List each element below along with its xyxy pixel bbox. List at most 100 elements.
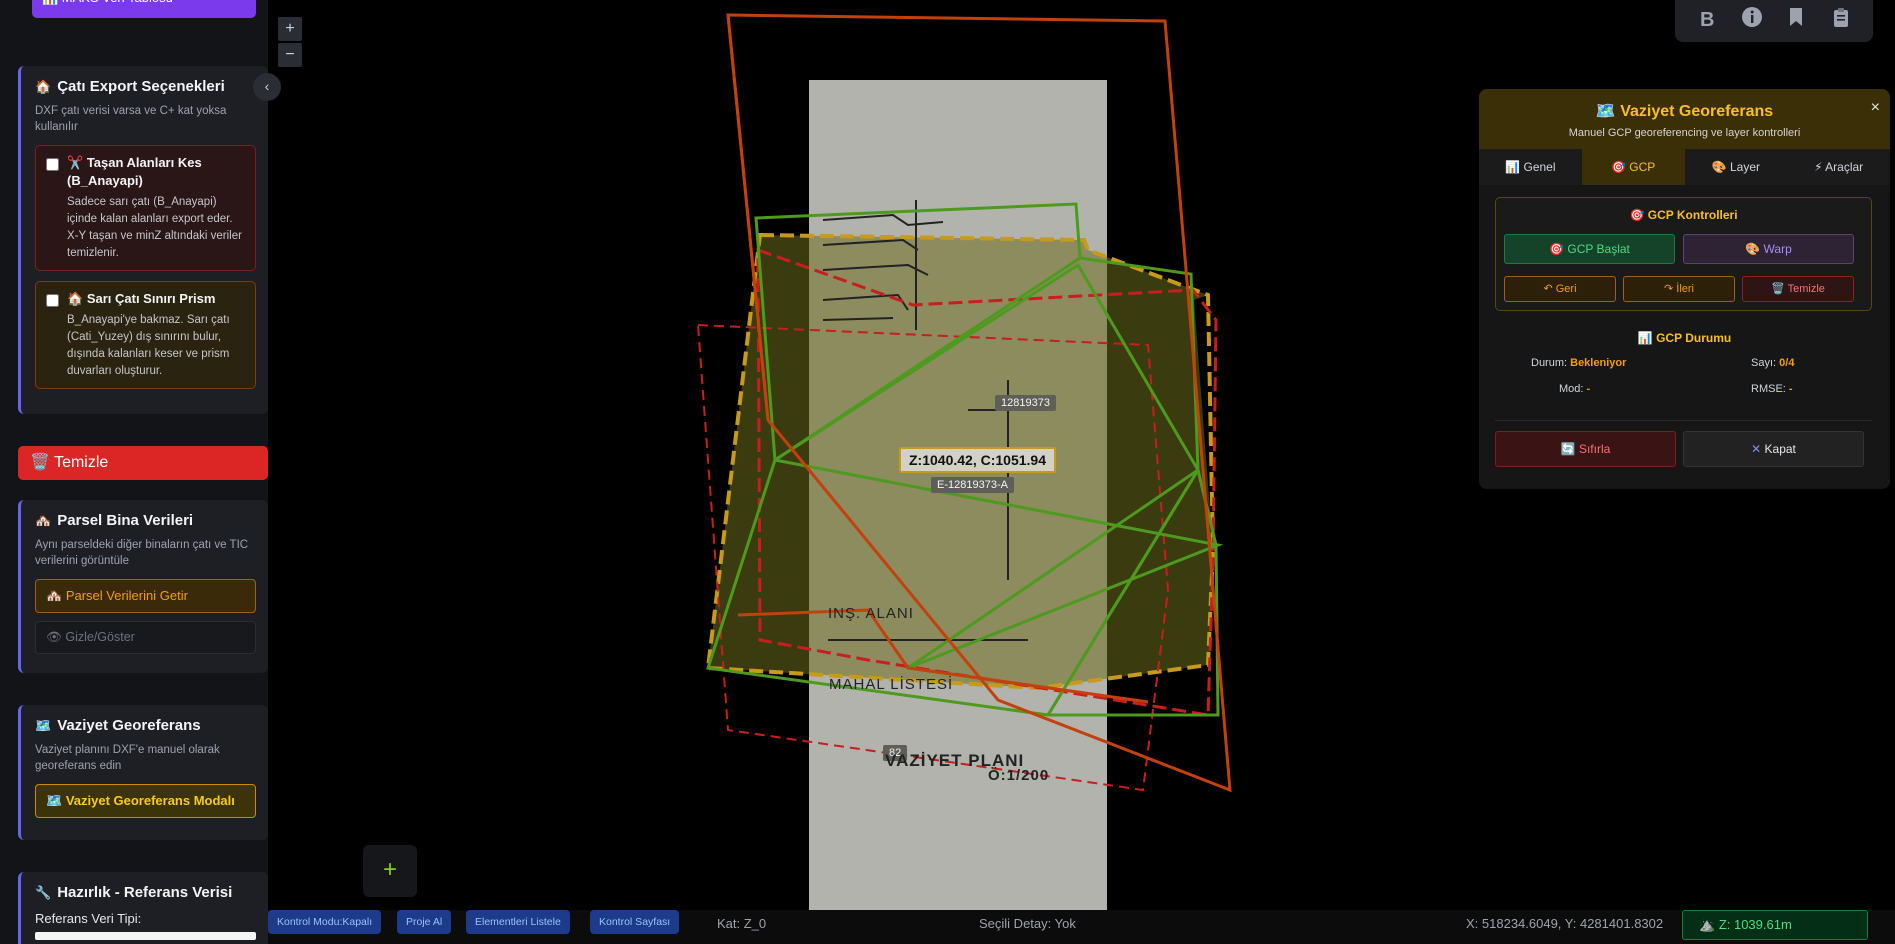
palette-icon: 🎨 [1745, 242, 1761, 256]
mode-label: Mod: [1559, 383, 1584, 395]
close-label: Kapat [1764, 442, 1796, 456]
control-page-button[interactable]: Kontrol Sayfası [590, 910, 680, 934]
roof-export-title: Çatı Export Seçenekleri [57, 78, 225, 95]
rmse-value: - [1788, 383, 1793, 395]
clip-overflow-checkbox[interactable] [46, 158, 59, 171]
maks-table-button[interactable]: 📊 MAKS Veri Tablosu [32, 0, 256, 18]
panel-header: 🗺️ Vaziyet Georeferans Manuel GCP georef… [1479, 89, 1890, 149]
selected-detail-label: Seçili Detay: Yok [979, 916, 1076, 931]
ref-type-select[interactable] [35, 932, 256, 940]
gcp-start-label: GCP Başlat [1567, 242, 1630, 256]
toggle-visibility-label: Gizle/Göster [65, 630, 135, 644]
option1-title: Taşan Alanları Kes (B_Anayapi) [67, 155, 202, 188]
trash-icon: 🗑️ [30, 454, 50, 471]
option1-desc: Sadece sarı çatı (B_Anayapi) içinde kala… [67, 196, 242, 259]
tab-araclar[interactable]: ⚡ Araçlar [1787, 149, 1890, 185]
parcel-id-a-label: E-12819373-A [931, 477, 1014, 493]
georef-panel: 🗺️ Vaziyet Georeferans Manuel GCP georef… [1479, 89, 1890, 489]
coordinate-readout: X: 518234.6049, Y: 4281401.8302 [1466, 916, 1664, 931]
gcp-status-title: GCP Durumu [1656, 331, 1732, 345]
sidebar: 📊 MAKS Veri Tablosu 🏠 Çatı Export Seçenek… [0, 0, 268, 944]
control-mode-button[interactable]: Kontrol Modu:Kapalı [268, 910, 382, 934]
house-icon: 🏠 [67, 291, 84, 306]
forward-button[interactable]: ↷ İleri [1623, 276, 1735, 302]
zoom-in-button[interactable]: + [278, 17, 302, 41]
target-icon: 🎯 [1610, 160, 1626, 174]
status-row: Durum: Bekleniyor [1531, 357, 1626, 369]
project-button[interactable]: Proje Al [397, 910, 452, 934]
tab-genel[interactable]: 📊 Genel [1479, 149, 1582, 185]
map-icon: 🗺️ [1595, 103, 1616, 120]
house-icon: 🏠 [35, 78, 52, 94]
status-value: Bekleniyor [1570, 357, 1627, 369]
georef-card-desc: Vaziyet planını DXF'e manuel olarak geor… [35, 744, 220, 772]
coords-tooltip: Z:1040.42, C:1051.94 [899, 447, 1056, 473]
bookmark-icon[interactable] [1782, 6, 1810, 34]
gcp-controls-box: 🎯 GCP Kontrolleri 🎯 GCP Başlat 🎨 Warp ↶ … [1495, 197, 1872, 311]
elements-list-button[interactable]: Elementleri Listele [466, 910, 570, 934]
tab-layer-label: Layer [1730, 160, 1761, 174]
close-icon[interactable]: × [1871, 99, 1880, 117]
prep-title: Hazırlık - Referans Verisi [57, 884, 233, 901]
target-icon: 🎯 [1629, 208, 1645, 222]
back-button[interactable]: ↶ Geri [1504, 276, 1616, 302]
divider [1495, 420, 1872, 421]
trash-icon: 🗑️ [1771, 283, 1785, 295]
reset-label: Sıfırla [1578, 442, 1611, 456]
scissors-icon: ✂️ [67, 155, 84, 170]
parcel-id-label: 12819373 [995, 395, 1056, 411]
tab-gcp[interactable]: 🎯 GCP [1581, 149, 1685, 185]
map-toolbar: B [1675, 0, 1873, 42]
tab-genel-label: Genel [1523, 160, 1556, 174]
georef-modal-button[interactable]: 🗺️ Vaziyet Georeferans Modalı [35, 784, 256, 818]
ref-type-label: Referans Veri Tipi: [35, 911, 142, 926]
reset-button[interactable]: 🔄 Sıfırla [1495, 431, 1676, 467]
parcel-desc: Aynı parseldeki diğer binaların çatı ve … [35, 539, 249, 567]
parcel-card: 🏘️ Parsel Bina Verileri Aynı parseldeki d… [18, 500, 268, 673]
count-value: 0/4 [1779, 357, 1795, 369]
map-icon: 🗺️ [46, 793, 63, 808]
rmse-row: RMSE: - [1751, 383, 1793, 395]
clear-label: Temizle [54, 454, 109, 471]
close-button[interactable]: ✕ Kapat [1683, 431, 1864, 467]
collapse-sidebar-button[interactable]: ‹ [253, 73, 281, 101]
warp-button[interactable]: 🎨 Warp [1683, 234, 1854, 264]
gcp-start-button[interactable]: 🎯 GCP Başlat [1504, 234, 1675, 264]
map-icon: 🗺️ [35, 717, 52, 733]
tab-layer[interactable]: 🎨 Layer [1685, 149, 1788, 185]
option2-desc: B_Anayapi'ye bakmaz. Sarı çatı (Cati_Yuz… [67, 314, 230, 377]
fetch-parcel-button[interactable]: 🏘️ Parsel Verilerini Getir [35, 579, 256, 613]
plan-text-scale: Ö:1/200 [988, 767, 1050, 784]
gcp-clear-button[interactable]: 🗑️ Temizle [1742, 276, 1854, 302]
panel-subtitle: Manuel GCP georeferencing ve layer kontr… [1568, 127, 1801, 139]
bold-b-icon[interactable]: B [1693, 9, 1721, 32]
roof-export-desc: DXF çatı verisi varsa ve C+ kat yoksa ku… [35, 105, 227, 133]
roof-prism-checkbox[interactable] [46, 294, 59, 307]
georef-modal-label: Vaziyet Georeferans Modalı [65, 793, 235, 808]
refresh-icon: 🔄 [1560, 442, 1576, 456]
clipboard-icon[interactable] [1827, 6, 1855, 34]
floor-label: Kat: Z_0 [717, 916, 767, 931]
buildings-icon: 🏘️ [35, 512, 52, 528]
mountain-icon: ⛰️ [1699, 917, 1716, 932]
buildings-icon: 🏘️ [46, 588, 63, 603]
count-label: Sayı: [1751, 357, 1777, 369]
info-icon[interactable] [1738, 6, 1766, 34]
zoom-out-button[interactable]: − [278, 43, 302, 67]
option-roof-prism: 🏠 Sarı Çatı Sınırı Prism B_Anayapi'ye ba… [35, 281, 256, 389]
elevation-badge: ⛰️ Z: 1039.61m [1682, 910, 1868, 940]
clear-button[interactable]: 🗑️ Temizle [18, 446, 268, 480]
plan-text-mahal: MAHAL LİSTESİ [829, 676, 954, 693]
option-clip-overflow: ✂️ Taşan Alanları Kes (B_Anayapi) Sadece… [35, 145, 256, 271]
toggle-visibility-button[interactable]: 👁 Gizle/Göster [35, 621, 256, 654]
tab-araclar-label: Araçlar [1825, 160, 1864, 174]
status-label: Durum: [1531, 357, 1568, 369]
status-bar: Kontrol Modu:Kapalı Proje Al Elementleri… [268, 910, 1895, 944]
fetch-parcel-label: Parsel Verilerini Getir [65, 588, 188, 603]
parcel-title: Parsel Bina Verileri [57, 512, 194, 529]
gcp-clear-label: Temizle [1787, 283, 1825, 295]
add-button[interactable]: + [363, 845, 417, 897]
target-icon: 🎯 [1549, 242, 1565, 256]
gcp-controls-title: GCP Kontrolleri [1647, 208, 1738, 222]
chart-icon: 📊 [1637, 331, 1653, 345]
